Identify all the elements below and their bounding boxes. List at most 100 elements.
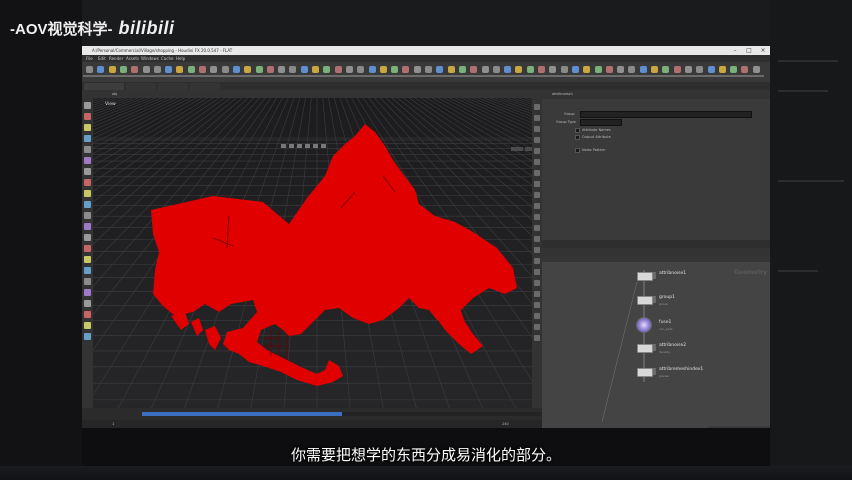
node-attribremeshindex1[interactable] [637,368,653,377]
shelf-tool-icon[interactable] [187,66,195,73]
persp-menu[interactable] [511,147,523,151]
shelf-tool-icon[interactable] [86,66,93,73]
shelf-tool-icon[interactable] [526,66,534,73]
shelf-tool-icon[interactable] [165,66,173,73]
viewport-tool-icon[interactable] [84,124,91,131]
viewport-tool-icon[interactable] [84,157,91,164]
node-attribnoise2[interactable] [637,344,653,353]
menu-render[interactable]: Render [109,55,123,62]
menu-file[interactable]: File [86,55,93,62]
shelf-tool-icon[interactable] [628,66,636,73]
shelf-tool-icon[interactable] [210,66,218,73]
shelf-tool-icon[interactable] [605,66,613,73]
viewport-tool-icon[interactable] [84,234,91,241]
viewport-tool-icon[interactable] [84,267,91,274]
node-flag[interactable] [653,296,656,303]
display-option-icon[interactable] [534,335,540,341]
viewport-tool-icon[interactable] [84,102,91,109]
viewport-tool-icon[interactable] [84,311,91,318]
shelf-tool-icon[interactable] [334,66,342,73]
viewport-tool-icon[interactable] [84,322,91,329]
menu-edit[interactable]: Edit [98,55,106,62]
display-option-icon[interactable] [534,291,540,297]
viewport-tool-icon[interactable] [84,333,91,340]
display-option-icon[interactable] [534,126,540,132]
menu-cache[interactable]: Cache [161,55,173,62]
viewport-tool-icon[interactable] [84,146,91,153]
display-option-icon[interactable] [534,269,540,275]
shelf-tool-icon[interactable] [583,66,591,73]
shelf-tool-icon[interactable] [402,66,410,73]
menu-assets[interactable]: Assets [126,55,139,62]
viewport-tool-icon[interactable] [84,190,91,197]
display-option-icon[interactable] [534,181,540,187]
shelf-tool-icon[interactable] [232,66,240,73]
node-attribnoise1[interactable] [637,272,653,281]
node-flag[interactable] [653,368,656,375]
shelf-tool-icon[interactable] [300,66,308,73]
tab-scene-view[interactable] [84,83,124,90]
shelf-tool-icon[interactable] [617,66,625,73]
shelf-tool-icon[interactable] [425,66,432,73]
shelf-tool-icon[interactable] [312,66,319,73]
shelf-tool-icon[interactable] [153,66,161,73]
shelf-tool-icon[interactable] [345,66,353,73]
shelf-tool-icon[interactable] [142,66,150,73]
node-fuse1[interactable] [636,317,652,333]
tab-animation-editor[interactable] [126,83,156,90]
menu-help[interactable]: Help [176,55,185,62]
shelf-tool-icon[interactable] [436,66,444,73]
network-canvas[interactable]: Geometry attribnoise1 group1 group fuse1… [542,262,770,428]
shelf-tool-icon[interactable] [131,66,139,73]
shelf-tool-icon[interactable] [504,66,512,73]
shelf-tool-icon[interactable] [289,66,297,73]
display-option-icon[interactable] [534,247,540,253]
shelf-tool-icon[interactable] [368,66,376,73]
shelf-tool-icon[interactable] [357,66,365,73]
display-option-icon[interactable] [534,148,540,154]
viewport-tool-icon[interactable] [84,135,91,142]
shelf-tool-icon[interactable] [571,66,579,73]
shelf-tool-icon[interactable] [176,66,184,73]
maximize-icon[interactable]: □ [742,46,756,55]
shelf-tool-icon[interactable] [639,66,647,73]
display-option-icon[interactable] [534,104,540,110]
shelf-tool-icon[interactable] [752,66,760,73]
menu-windows[interactable]: Windows [141,55,159,62]
display-option-icon[interactable] [534,170,540,176]
group-field[interactable] [580,111,752,118]
viewport-tool-icon[interactable] [84,179,91,186]
shelf-tool-icon[interactable] [413,66,421,73]
shelf-tool-icon[interactable] [696,66,704,73]
viewport-tool-icon[interactable] [84,278,91,285]
shelf-tool-icon[interactable] [560,66,568,73]
shelf-tool-icon[interactable] [718,66,726,73]
range-end[interactable]: 240 [502,422,509,426]
shelf-tool-icon[interactable] [741,66,749,73]
shelf-tool-icon[interactable] [684,66,692,73]
shelf-tool-icon[interactable] [108,66,116,73]
shelf-tool-icon[interactable] [199,66,206,73]
noise-pattern-checkbox[interactable] [575,148,580,153]
node-flag[interactable] [653,344,656,351]
shelf-tool-icon[interactable] [221,66,229,73]
viewport-tool-icon[interactable] [84,256,91,263]
minimize-icon[interactable]: – [728,46,742,55]
parameter-node-name[interactable]: attribnoise1 [552,92,573,96]
viewport-tool-icon[interactable] [84,168,91,175]
scene-viewport[interactable]: View [93,98,542,408]
node-group1[interactable] [637,296,653,305]
viewport-tool-icon[interactable] [84,289,91,296]
tab-composite-view[interactable] [190,83,220,90]
shelf-tool-icon[interactable] [391,66,399,73]
shelf-tool-icon[interactable] [651,66,658,73]
shelf-tool-icon[interactable] [492,66,500,73]
shelf-tool-icon[interactable] [458,66,466,73]
display-option-icon[interactable] [534,137,540,143]
shelf-tool-icon[interactable] [707,66,715,73]
shelf-tool-icon[interactable] [538,66,545,73]
display-option-icon[interactable] [534,258,540,264]
range-start[interactable]: 1 [112,422,114,426]
shelf-tool-icon[interactable] [481,66,489,73]
display-option-icon[interactable] [534,236,540,242]
